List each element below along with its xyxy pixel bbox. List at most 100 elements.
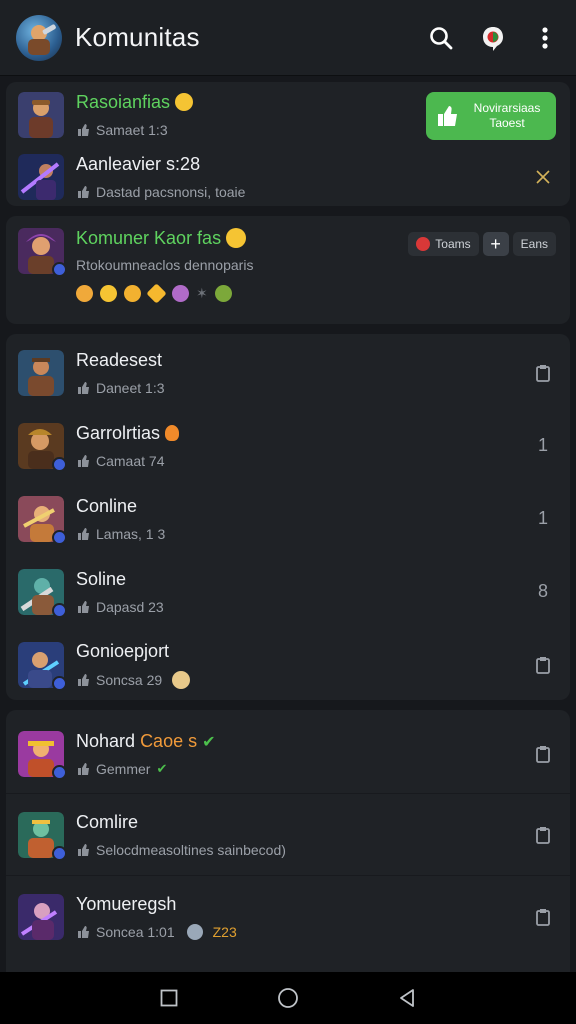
emoji-icon	[175, 93, 194, 111]
close-icon[interactable]	[528, 170, 558, 184]
thumb-icon	[78, 527, 89, 540]
item-subtitle: Rtokoumneaclos dennoparis	[76, 257, 254, 273]
list-item[interactable]: Aanleavier s:28 Dastad pacsnonsi, toaie	[6, 148, 570, 206]
thumb-icon	[78, 926, 89, 938]
item-subtitle: Selocdmeasoltines sainbecod)	[96, 841, 286, 858]
thumb-icon	[78, 124, 89, 136]
item-title: Komuner Kaor fas	[76, 228, 222, 248]
system-nav-bar	[0, 972, 576, 1024]
list-item[interactable]: Nohard Caoe s ✔ Gemmer ✔	[6, 714, 570, 794]
thumb-icon	[78, 762, 89, 775]
thumb-icon	[78, 381, 89, 394]
topics-chip[interactable]: Toams	[408, 232, 479, 256]
thumb-icon	[78, 454, 89, 467]
item-title: Nohard	[76, 730, 136, 751]
avatar	[18, 568, 67, 618]
thumb-icon	[78, 843, 89, 856]
avatar	[18, 730, 67, 780]
item-title: Conline	[76, 495, 138, 516]
item-extra: Z23	[212, 924, 237, 940]
item-title: Aanleavier s:28	[76, 154, 201, 174]
list-item[interactable]: Soline Dapasd 23 8	[6, 555, 570, 628]
list-item[interactable]: Yomueregsh Soncea 1:01 Z23	[6, 876, 570, 958]
unread-count: 1	[537, 435, 548, 455]
clipboard-icon[interactable]	[528, 364, 558, 382]
leaf-icon: ✔	[202, 733, 216, 751]
list-item[interactable]: Rasoianfias Samaet 1:3 Novirarsiaas Taoe…	[6, 82, 570, 148]
item-subtitle: Samaet 1:3	[96, 122, 168, 138]
avatar	[18, 422, 67, 472]
verified-badge-icon	[52, 764, 67, 780]
item-title: Readesest	[76, 349, 163, 370]
unread-count: 8	[537, 581, 548, 601]
item-subtitle: Daneet 1:3	[96, 379, 165, 396]
thumbs-up-icon	[438, 106, 457, 126]
item-subtitle: Gemmer	[96, 760, 151, 777]
search-icon[interactable]	[426, 23, 456, 53]
list-item[interactable]: Readesest Daneet 1:3	[6, 336, 570, 409]
item-subtitle: Soncsa 29	[96, 671, 163, 688]
list-item[interactable]: Conline Lamas, 1 3 1	[6, 482, 570, 555]
featured-card[interactable]: Komuner Kaor fas Rtokoumneaclos dennopar…	[6, 216, 570, 324]
notification-icon[interactable]	[478, 23, 508, 53]
games-chip[interactable]: Eans	[512, 232, 556, 256]
pinned-card: Rasoianfias Samaet 1:3 Novirarsiaas Taoe…	[6, 82, 570, 206]
verified-badge-icon	[52, 456, 67, 472]
emoji-icon	[226, 228, 247, 248]
item-subtitle: Camaat 74	[96, 452, 165, 469]
reaction-icon[interactable]	[146, 283, 167, 304]
reaction-icon[interactable]	[172, 285, 189, 302]
join-button[interactable]: Novirarsiaas Taoest	[426, 92, 556, 140]
list-item[interactable]: Komuner Kaor fas Rtokoumneaclos dennopar…	[6, 216, 570, 324]
back-icon[interactable]	[391, 982, 423, 1014]
clipboard-icon[interactable]	[528, 908, 558, 926]
item-title-accent: Caoe s	[140, 730, 198, 751]
join-button-label: Novirarsiaas Taoest	[473, 101, 541, 130]
community-list[interactable]: Rasoianfias Samaet 1:3 Novirarsiaas Taoe…	[0, 76, 576, 972]
avatar	[18, 92, 64, 138]
reaction-icon[interactable]	[124, 285, 141, 302]
verified-badge-icon	[52, 845, 67, 861]
item-title: Yomueregsh	[76, 894, 177, 914]
list-item[interactable]: Comlire Selocdmeasoltines sainbecod)	[6, 794, 570, 876]
chip-label: Toams	[435, 237, 471, 251]
item-title: Gonioepjort	[76, 640, 170, 661]
add-button[interactable]: +	[482, 232, 509, 256]
emoji-icon	[172, 670, 191, 689]
clipboard-icon[interactable]	[528, 745, 558, 763]
clipboard-icon[interactable]	[528, 826, 558, 844]
avatar	[18, 154, 64, 200]
community-avatar[interactable]	[16, 14, 62, 61]
item-subtitle: Soncea 1:01	[96, 924, 175, 940]
list-item[interactable]: Garrolrtias Camaat 74 1	[6, 409, 570, 482]
list-item[interactable]: Gonioepjort Soncsa 29	[6, 628, 570, 700]
page-title: Komunitas	[75, 22, 200, 52]
unread-count: 1	[537, 508, 548, 528]
verified-badge-icon	[52, 262, 67, 277]
reaction-icon[interactable]	[214, 285, 232, 302]
recents-icon[interactable]	[153, 982, 185, 1014]
community-group-card: Nohard Caoe s ✔ Gemmer ✔ Comlire Selocdme…	[6, 710, 570, 972]
thumb-icon	[78, 673, 89, 686]
more-options-icon[interactable]	[530, 23, 560, 53]
heart-icon	[416, 237, 431, 251]
globe-icon	[186, 924, 203, 940]
thumb-icon	[78, 600, 89, 613]
community-group-card: Readesest Daneet 1:3 Garrolrtias Camaat …	[6, 334, 570, 700]
sparkle-icon: ✶	[196, 285, 208, 301]
item-title: Rasoianfias	[76, 92, 171, 112]
avatar	[18, 495, 67, 545]
avatar	[18, 811, 67, 861]
leaf-icon: ✔	[156, 760, 168, 776]
verified-badge-icon	[52, 602, 67, 618]
thumb-icon	[78, 186, 89, 198]
reaction-icon[interactable]	[76, 285, 93, 302]
item-title: Soline	[76, 568, 127, 589]
item-subtitle: Dapasd 23	[96, 598, 164, 615]
item-title: Comlire	[76, 811, 139, 832]
avatar	[18, 349, 64, 396]
clipboard-icon[interactable]	[528, 656, 558, 674]
home-icon[interactable]	[272, 982, 304, 1014]
reaction-icon[interactable]	[100, 285, 117, 302]
item-subtitle: Lamas, 1 3	[96, 525, 166, 542]
